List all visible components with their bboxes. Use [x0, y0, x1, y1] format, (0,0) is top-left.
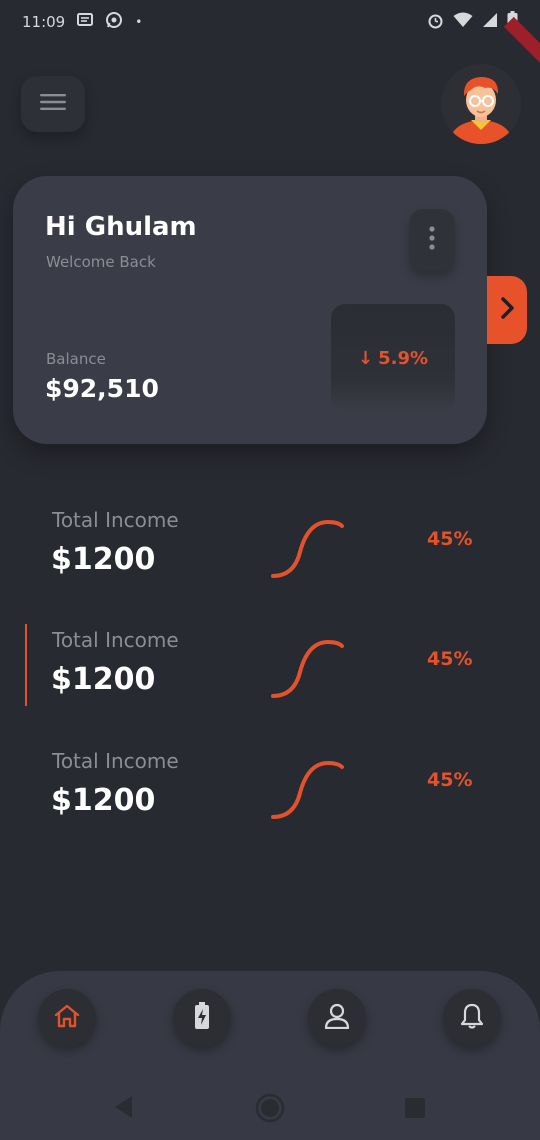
balance-label: Balance: [46, 350, 106, 368]
bottom-navigation: [0, 971, 540, 1061]
home-icon: [54, 1004, 80, 1032]
income-value: $1200: [51, 662, 156, 697]
income-percent: 45%: [427, 528, 473, 550]
selected-indicator: [25, 624, 27, 706]
recents-button[interactable]: [404, 1097, 426, 1123]
income-value: $1200: [51, 783, 156, 818]
trend-curve-icon: [271, 639, 344, 698]
battery-charging-icon: [194, 1002, 210, 1034]
status-time: 11:09: [22, 13, 66, 31]
trend-curve-icon: [271, 519, 344, 578]
balance-change-badge: ↓ 5.9%: [331, 304, 455, 412]
avatar[interactable]: [441, 64, 521, 144]
menu-button[interactable]: [21, 76, 85, 132]
more-vertical-icon: [429, 226, 435, 254]
whatsapp-icon: [105, 11, 123, 33]
nav-energy-button[interactable]: [173, 989, 231, 1047]
balance-value: $92,510: [45, 374, 159, 403]
trend-curve-icon: [271, 760, 344, 819]
chevron-right-icon: [499, 296, 515, 324]
income-label: Total Income: [52, 628, 179, 652]
status-dot: •: [135, 15, 143, 29]
hamburger-menu-icon: [40, 93, 66, 115]
greeting-title: Hi Ghulam: [45, 212, 197, 242]
more-options-button[interactable]: [409, 209, 455, 271]
welcome-subtitle: Welcome Back: [46, 253, 156, 271]
back-button[interactable]: [112, 1094, 134, 1124]
user-icon: [324, 1003, 350, 1033]
income-row[interactable]: Total Income $1200 45%: [0, 508, 540, 598]
income-percent: 45%: [427, 648, 473, 670]
income-label: Total Income: [52, 508, 179, 532]
back-triangle-icon: [115, 1096, 132, 1118]
balance-card: Hi Ghulam Welcome Back Balance $92,510 ↓…: [13, 176, 487, 444]
nav-profile-button[interactable]: [308, 989, 366, 1047]
home-circle-icon: [255, 1093, 285, 1123]
income-value: $1200: [51, 542, 156, 577]
alarm-icon: [427, 12, 444, 33]
balance-change-value: 5.9%: [378, 347, 428, 369]
arrow-down-icon: ↓: [357, 347, 374, 369]
home-system-button[interactable]: [255, 1093, 285, 1127]
bell-icon: [460, 1003, 484, 1033]
income-row[interactable]: Total Income $1200 45%: [0, 624, 540, 718]
nav-home-button[interactable]: [38, 989, 96, 1047]
signal-icon: [482, 12, 498, 32]
user-avatar-illustration: [449, 77, 513, 144]
next-button[interactable]: [487, 276, 527, 344]
income-percent: 45%: [427, 769, 473, 791]
message-notification-icon: [77, 13, 94, 31]
wifi-icon: [453, 12, 473, 32]
income-row[interactable]: Total Income $1200 45%: [0, 749, 540, 839]
status-bar: 11:09 •: [0, 0, 540, 44]
nav-notifications-button[interactable]: [443, 989, 501, 1047]
income-label: Total Income: [52, 749, 179, 773]
recents-square-icon: [405, 1098, 425, 1118]
